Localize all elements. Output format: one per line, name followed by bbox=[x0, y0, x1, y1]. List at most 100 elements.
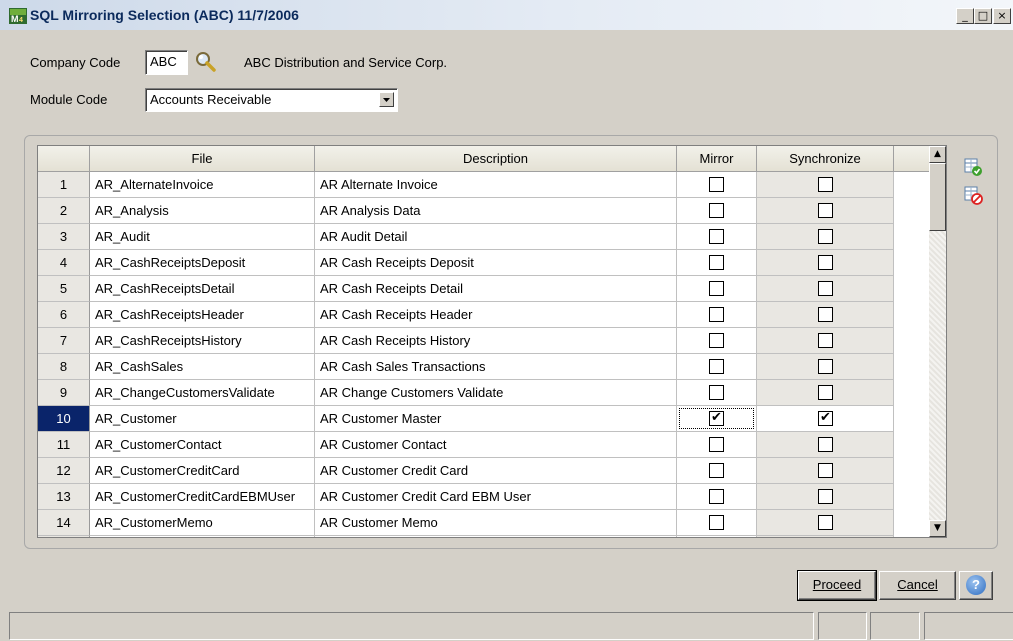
synchronize-checkbox[interactable]: ✔ bbox=[818, 411, 833, 426]
file-cell[interactable]: AR_CashReceiptsHeader bbox=[90, 302, 315, 328]
row-number[interactable]: 7 bbox=[38, 328, 90, 354]
description-cell[interactable]: AR Customer Credit Card bbox=[315, 458, 677, 484]
synchronize-cell[interactable] bbox=[757, 224, 894, 250]
file-cell[interactable]: AR_ChangeCustomersValidate bbox=[90, 380, 315, 406]
mirror-cell[interactable]: ✔ bbox=[677, 406, 757, 432]
synchronize-cell[interactable] bbox=[757, 328, 894, 354]
table-row[interactable]: 3 AR_Audit AR Audit Detail bbox=[38, 224, 894, 250]
mirror-cell[interactable] bbox=[677, 250, 757, 276]
module-code-select[interactable]: Accounts Receivable bbox=[145, 88, 398, 112]
grid-vertical-scrollbar[interactable]: ▲ ▼ bbox=[929, 146, 946, 537]
dropdown-arrow-icon[interactable] bbox=[379, 92, 394, 107]
row-number[interactable]: 6 bbox=[38, 302, 90, 328]
column-header-mirror[interactable]: Mirror bbox=[677, 146, 757, 172]
synchronize-checkbox[interactable] bbox=[818, 385, 833, 400]
mirror-cell[interactable] bbox=[677, 458, 757, 484]
description-cell[interactable]: AR Customer Memo bbox=[315, 510, 677, 536]
mirror-checkbox[interactable] bbox=[709, 463, 724, 478]
scroll-up-button[interactable]: ▲ bbox=[929, 146, 946, 163]
minimize-button[interactable]: _ bbox=[956, 8, 974, 24]
synchronize-checkbox[interactable] bbox=[818, 489, 833, 504]
table-row[interactable]: 12 AR_CustomerCreditCard AR Customer Credi… bbox=[38, 458, 894, 484]
synchronize-checkbox[interactable] bbox=[818, 255, 833, 270]
synchronize-checkbox[interactable] bbox=[818, 463, 833, 478]
synchronize-cell[interactable] bbox=[757, 432, 894, 458]
table-row[interactable]: 5 AR_CashReceiptsDetail AR Cash Receipts D… bbox=[38, 276, 894, 302]
mirror-cell[interactable] bbox=[677, 172, 757, 198]
row-number[interactable]: 14 bbox=[38, 510, 90, 536]
synchronize-cell[interactable] bbox=[757, 458, 894, 484]
synchronize-cell[interactable] bbox=[757, 250, 894, 276]
table-row[interactable]: 4 AR_CashReceiptsDeposit AR Cash Receipts … bbox=[38, 250, 894, 276]
synchronize-cell[interactable] bbox=[757, 380, 894, 406]
description-cell[interactable]: AR Cash Sales Transactions bbox=[315, 354, 677, 380]
synchronize-cell[interactable] bbox=[757, 484, 894, 510]
mirror-cell[interactable] bbox=[677, 198, 757, 224]
table-row[interactable]: 1 AR_AlternateInvoice AR Alternate Invoice bbox=[38, 172, 894, 198]
row-number[interactable]: 13 bbox=[38, 484, 90, 510]
mirror-cell[interactable] bbox=[677, 354, 757, 380]
mirror-checkbox[interactable] bbox=[709, 307, 724, 322]
table-row[interactable]: 11 AR_CustomerContact AR Customer Contact bbox=[38, 432, 894, 458]
synchronize-checkbox[interactable] bbox=[818, 333, 833, 348]
table-row[interactable]: 14 AR_CustomerMemo AR Customer Memo bbox=[38, 510, 894, 536]
file-cell[interactable]: AR_Analysis bbox=[90, 198, 315, 224]
description-cell[interactable]: AR Cash Receipts Header bbox=[315, 302, 677, 328]
mirror-cell[interactable] bbox=[677, 302, 757, 328]
description-cell[interactable]: AR Customer Contact bbox=[315, 432, 677, 458]
mirror-cell[interactable] bbox=[677, 432, 757, 458]
description-cell[interactable]: AR Cash Receipts Deposit bbox=[315, 250, 677, 276]
synchronize-checkbox[interactable] bbox=[818, 515, 833, 530]
synchronize-cell[interactable] bbox=[757, 172, 894, 198]
mirror-checkbox[interactable] bbox=[709, 437, 724, 452]
description-cell[interactable]: AR Customer Master bbox=[315, 406, 677, 432]
select-all-icon[interactable] bbox=[963, 157, 983, 177]
table-row[interactable]: 7 AR_CashReceiptsHistory AR Cash Receipts … bbox=[38, 328, 894, 354]
synchronize-checkbox[interactable] bbox=[818, 177, 833, 192]
description-cell[interactable]: AR Analysis Data bbox=[315, 198, 677, 224]
table-row[interactable]: 6 AR_CashReceiptsHeader AR Cash Receipts H… bbox=[38, 302, 894, 328]
file-cell[interactable]: AR_AlternateInvoice bbox=[90, 172, 315, 198]
mirror-cell[interactable] bbox=[677, 510, 757, 536]
mirror-checkbox[interactable] bbox=[709, 515, 724, 530]
file-cell[interactable]: AR_CashReceiptsDeposit bbox=[90, 250, 315, 276]
row-number[interactable]: 11 bbox=[38, 432, 90, 458]
description-cell[interactable]: AR Cash Receipts Detail bbox=[315, 276, 677, 302]
column-header-file[interactable]: File bbox=[90, 146, 315, 172]
mirror-checkbox[interactable]: ✔ bbox=[709, 411, 724, 426]
synchronize-cell[interactable] bbox=[757, 276, 894, 302]
cancel-button[interactable]: Cancel bbox=[879, 571, 956, 600]
row-number[interactable]: 12 bbox=[38, 458, 90, 484]
mirror-cell[interactable] bbox=[677, 224, 757, 250]
description-cell[interactable]: AR Audit Detail bbox=[315, 224, 677, 250]
help-button[interactable]: ? bbox=[959, 571, 993, 600]
column-header-synchronize[interactable]: Synchronize bbox=[757, 146, 894, 172]
mirror-cell[interactable] bbox=[677, 276, 757, 302]
synchronize-cell[interactable] bbox=[757, 198, 894, 224]
description-cell[interactable]: AR Customer Credit Card EBM User bbox=[315, 484, 677, 510]
column-header-description[interactable]: Description bbox=[315, 146, 677, 172]
mirror-cell[interactable] bbox=[677, 380, 757, 406]
proceed-button[interactable]: Proceed bbox=[797, 570, 877, 601]
file-cell[interactable]: AR_CustomerMemo bbox=[90, 510, 315, 536]
company-code-input[interactable]: ABC bbox=[145, 50, 188, 75]
table-row[interactable]: 9 AR_ChangeCustomersValidate AR Change Cus… bbox=[38, 380, 894, 406]
row-number[interactable]: 10 bbox=[38, 406, 90, 432]
synchronize-checkbox[interactable] bbox=[818, 307, 833, 322]
row-number[interactable]: 5 bbox=[38, 276, 90, 302]
table-row[interactable]: 8 AR_CashSales AR Cash Sales Transactions bbox=[38, 354, 894, 380]
mirror-checkbox[interactable] bbox=[709, 203, 724, 218]
scroll-down-button[interactable]: ▼ bbox=[929, 520, 946, 537]
restore-button[interactable]: □ bbox=[974, 8, 992, 24]
close-button[interactable]: × bbox=[993, 8, 1011, 24]
table-row[interactable]: 13 AR_CustomerCreditCardEBMUser AR Custome… bbox=[38, 484, 894, 510]
synchronize-checkbox[interactable] bbox=[818, 203, 833, 218]
file-cell[interactable]: AR_CashReceiptsDetail bbox=[90, 276, 315, 302]
file-cell[interactable]: AR_CustomerCreditCard bbox=[90, 458, 315, 484]
file-cell[interactable]: AR_CustomerCreditCardEBMUser bbox=[90, 484, 315, 510]
clear-all-icon[interactable] bbox=[963, 185, 983, 205]
row-number[interactable]: 3 bbox=[38, 224, 90, 250]
row-number[interactable]: 4 bbox=[38, 250, 90, 276]
mirror-checkbox[interactable] bbox=[709, 281, 724, 296]
description-cell[interactable]: AR Cash Receipts History bbox=[315, 328, 677, 354]
